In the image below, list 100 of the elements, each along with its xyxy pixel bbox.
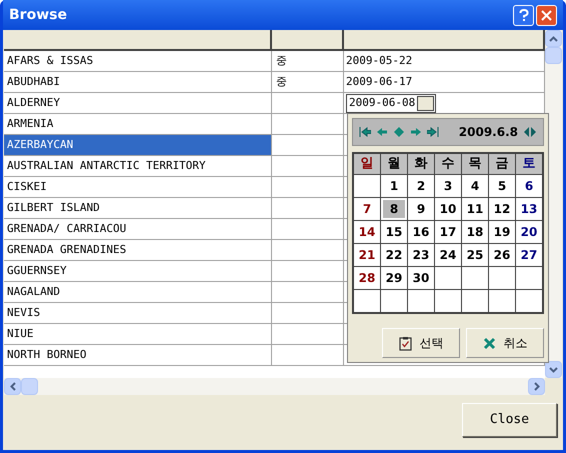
table-cell[interactable]: AZERBAYCAN <box>4 135 272 156</box>
table-cell[interactable]: ALDERNEY <box>4 93 272 114</box>
calendar-cell <box>489 267 515 289</box>
calendar-date: 2009.6.8 <box>458 124 518 141</box>
table-cell: 2009-05-22 <box>344 51 545 72</box>
x-icon <box>482 336 496 350</box>
clipboard-check-icon <box>398 336 412 350</box>
scroll-right-button[interactable] <box>528 378 545 395</box>
calendar-cell <box>354 175 380 197</box>
calendar-cell <box>516 267 542 289</box>
calendar-day[interactable]: 14 <box>354 221 380 243</box>
calendar-cell <box>408 290 434 312</box>
table-cell[interactable]: AFARS & ISSAS <box>4 51 272 72</box>
calendar-cell <box>381 290 407 312</box>
weekday-header: 수 <box>435 154 461 174</box>
weekday-header: 토 <box>516 154 542 174</box>
calendar-day[interactable]: 22 <box>381 244 407 266</box>
table-cell[interactable]: NORTH BORNEO <box>4 345 272 366</box>
calendar-cell <box>462 267 488 289</box>
calendar-day[interactable]: 5 <box>489 175 515 197</box>
calendar-day[interactable]: 3 <box>435 175 461 197</box>
weekday-header: 화 <box>408 154 434 174</box>
window-title: Browse <box>9 6 68 24</box>
scroll-up-button[interactable] <box>545 30 562 47</box>
table-cell <box>272 114 344 135</box>
calendar-day[interactable]: 19 <box>489 221 515 243</box>
calendar-day[interactable]: 13 <box>516 198 542 220</box>
table-cell[interactable]: NAGALAND <box>4 282 272 303</box>
table-cell[interactable]: GGUERNSEY <box>4 261 272 282</box>
calendar-day[interactable]: 9 <box>408 198 434 220</box>
table-cell <box>272 219 344 240</box>
table-cell <box>272 135 344 156</box>
calendar-day[interactable]: 11 <box>462 198 488 220</box>
column-header[interactable] <box>4 30 272 51</box>
calendar-day[interactable]: 15 <box>381 221 407 243</box>
calendar-day[interactable]: 25 <box>462 244 488 266</box>
close-button[interactable]: Close <box>462 403 557 437</box>
calendar-day[interactable]: 6 <box>516 175 542 197</box>
calendar-day[interactable]: 12 <box>489 198 515 220</box>
first-arrow-icon[interactable] <box>359 126 371 138</box>
left-right-arrows-icon[interactable] <box>523 126 537 138</box>
table-cell[interactable]: ARMENIA <box>4 114 272 135</box>
column-header[interactable] <box>272 30 344 51</box>
table-cell[interactable]: GRENADA/ CARRIACOU <box>4 219 272 240</box>
calendar-day[interactable]: 17 <box>435 221 461 243</box>
scroll-left-button[interactable] <box>4 378 21 395</box>
weekday-header: 금 <box>489 154 515 174</box>
table-cell[interactable]: GRENADA GRENADINES <box>4 240 272 261</box>
table-cell[interactable]: CISKEI <box>4 177 272 198</box>
calendar-day[interactable]: 20 <box>516 221 542 243</box>
table-cell[interactable]: ABUDHABI <box>4 72 272 93</box>
calendar-day[interactable]: 16 <box>408 221 434 243</box>
help-button[interactable] <box>513 4 534 26</box>
table-cell <box>272 261 344 282</box>
help-icon <box>518 8 528 22</box>
calendar-day[interactable]: 30 <box>408 267 434 289</box>
calendar-day[interactable]: 26 <box>489 244 515 266</box>
calendar-day[interactable]: 7 <box>354 198 380 220</box>
date-field[interactable]: 2009-06-08 <box>346 94 436 112</box>
table-cell <box>272 282 344 303</box>
table-cell[interactable]: AUSTRALIAN ANTARCTIC TERRITORY <box>4 156 272 177</box>
table-cell[interactable]: NIUE <box>4 324 272 345</box>
calendar-cell <box>435 290 461 312</box>
calendar-day[interactable]: 24 <box>435 244 461 266</box>
dropdown-button[interactable] <box>417 96 434 110</box>
select-button[interactable]: 선택 <box>382 328 460 358</box>
calendar-day[interactable]: 4 <box>462 175 488 197</box>
calendar-day[interactable]: 8 <box>381 198 407 220</box>
scroll-thumb[interactable] <box>21 378 38 395</box>
table-cell <box>272 345 344 366</box>
calendar-cell <box>462 290 488 312</box>
table-cell <box>272 240 344 261</box>
last-arrow-icon[interactable] <box>427 126 439 138</box>
cancel-button[interactable]: 취소 <box>466 328 544 358</box>
weekday-header: 목 <box>462 154 488 174</box>
calendar-day[interactable]: 21 <box>354 244 380 266</box>
calendar-day[interactable]: 2 <box>408 175 434 197</box>
scroll-down-button[interactable] <box>545 361 562 378</box>
table-cell <box>272 303 344 324</box>
calendar-day[interactable]: 10 <box>435 198 461 220</box>
table-cell: 중 <box>272 51 344 72</box>
calendar-cell <box>435 267 461 289</box>
scroll-thumb[interactable] <box>545 47 562 64</box>
calendar-day[interactable]: 23 <box>408 244 434 266</box>
table-cell <box>272 156 344 177</box>
close-button[interactable] <box>536 4 557 26</box>
calendar-cell <box>516 290 542 312</box>
calendar-day[interactable]: 28 <box>354 267 380 289</box>
table-cell <box>272 324 344 345</box>
table-cell: 중 <box>272 72 344 93</box>
table-cell[interactable]: GILBERT ISLAND <box>4 198 272 219</box>
calendar-day[interactable]: 1 <box>381 175 407 197</box>
chevron-up-icon <box>549 36 558 42</box>
table-cell[interactable]: NEVIS <box>4 303 272 324</box>
weekday-header: 월 <box>381 154 407 174</box>
column-header[interactable] <box>344 30 545 51</box>
calendar-day[interactable]: 18 <box>462 221 488 243</box>
calendar-day[interactable]: 27 <box>516 244 542 266</box>
table-cell <box>272 198 344 219</box>
calendar-day[interactable]: 29 <box>381 267 407 289</box>
